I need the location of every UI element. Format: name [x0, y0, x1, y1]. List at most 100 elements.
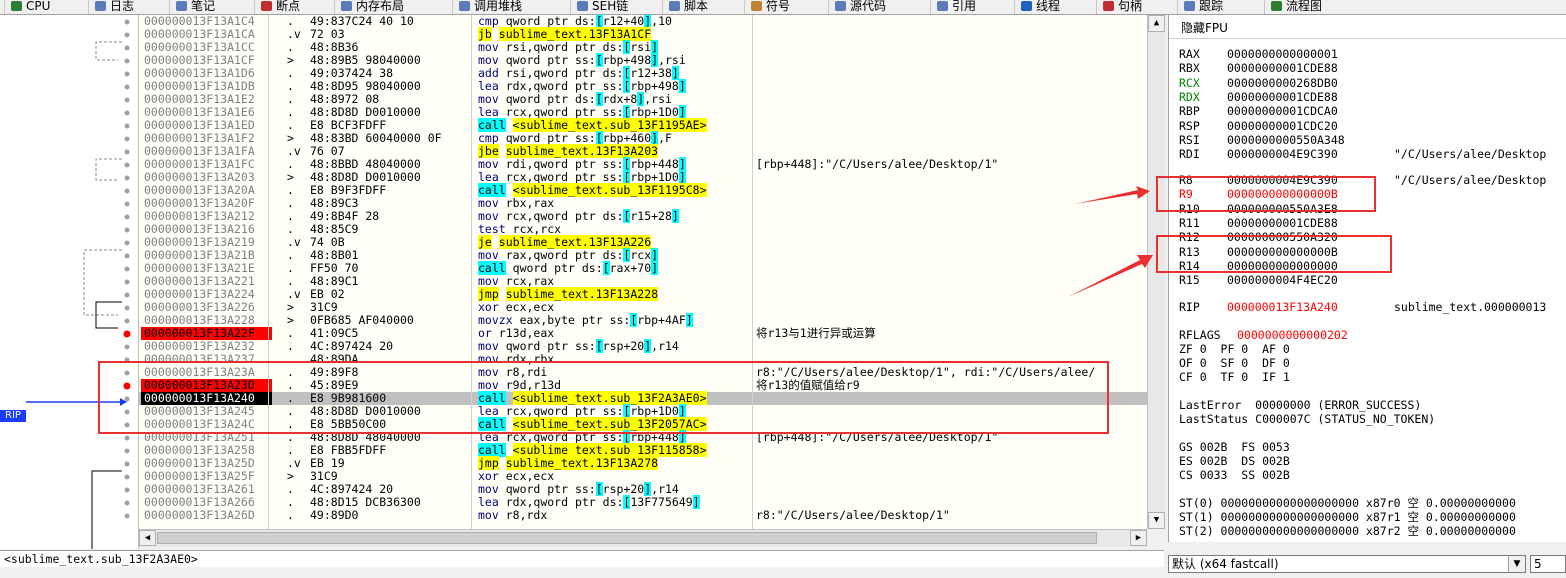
gutter-dot[interactable]	[124, 305, 130, 311]
gutter-dot[interactable]	[124, 188, 130, 194]
tab-10[interactable]: 引用	[930, 0, 976, 14]
register-value[interactable]: 0000000000000202	[1237, 328, 1348, 342]
gutter-dot[interactable]	[124, 279, 130, 285]
register-value[interactable]: 0000000004F4EC20	[1227, 273, 1338, 287]
gutter-dot[interactable]	[124, 227, 130, 233]
chevron-down-icon[interactable]: ▼	[1508, 556, 1525, 572]
register-value[interactable]: 000000000550A320	[1227, 230, 1338, 244]
tab-7[interactable]: 脚本	[662, 0, 708, 14]
register-row[interactable]: R9 000000000000000B	[1169, 187, 1566, 201]
disassembly-view[interactable]: 000000013F13A1C4. 49:837C24 40 10 cmp qwor…	[139, 15, 1147, 529]
register-value[interactable]: 000000000550A3E8	[1227, 202, 1338, 216]
gutter-dot[interactable]	[124, 84, 130, 90]
gutter-dot[interactable]	[124, 409, 130, 415]
register-row[interactable]: R13 000000000000000B	[1169, 245, 1566, 259]
gutter-dot[interactable]	[124, 435, 130, 441]
register-value[interactable]: 0000000004E9C390	[1227, 173, 1338, 187]
gutter-dot[interactable]	[124, 149, 130, 155]
tab-4[interactable]: 内存布局	[334, 0, 404, 14]
gutter-dot[interactable]	[124, 396, 130, 402]
tab-14[interactable]: 流程图	[1264, 0, 1322, 14]
tab-5[interactable]: 调用堆栈	[452, 0, 522, 14]
gutter-dot[interactable]	[124, 474, 130, 480]
register-row[interactable]: RDX 00000000001CDE88	[1169, 90, 1566, 104]
register-value[interactable]: 00000000001CDE88	[1227, 216, 1338, 230]
register-value[interactable]: 000000000000000B	[1227, 187, 1338, 201]
register-row[interactable]: R15 0000000004F4EC20	[1169, 273, 1566, 287]
register-value[interactable]: 0000000000000000	[1227, 259, 1338, 273]
register-row[interactable]: RSP 00000000001CDC20	[1169, 119, 1566, 133]
scroll-right-icon[interactable]: ▶	[1130, 530, 1147, 546]
register-value[interactable]: 0000000000550A348	[1227, 133, 1345, 147]
horizontal-scroll-thumb[interactable]	[157, 532, 1097, 544]
tab-12[interactable]: 句柄	[1096, 0, 1142, 14]
register-row[interactable]: RIP 000000013F13A240 sublime_text.00000001…	[1169, 300, 1566, 314]
disasm-row[interactable]: 000000013F13A26D. 49:89D0 mov r8,rdx r8:"/C…	[139, 509, 1147, 522]
register-row[interactable]: R12 000000000550A320	[1169, 230, 1566, 244]
register-panel[interactable]: 隐藏FPU RAX 0000000000000001 RBX 00000000001C…	[1168, 15, 1566, 542]
gutter-dot[interactable]	[124, 422, 130, 428]
gutter-dot[interactable]	[124, 58, 130, 64]
calling-convention-select[interactable]: 默认 (x64 fastcall) ▼	[1168, 555, 1526, 573]
tab-2[interactable]: 笔记	[169, 0, 215, 14]
tab-6[interactable]: SEH链	[570, 0, 628, 14]
register-row[interactable]: RBP 00000000001CDCA0	[1169, 104, 1566, 118]
register-row[interactable]: RAX 0000000000000001	[1169, 47, 1566, 61]
register-row[interactable]: R11 00000000001CDE88	[1169, 216, 1566, 230]
tab-9[interactable]: 源代码	[828, 0, 886, 14]
register-value[interactable]: 000000000000000B	[1227, 245, 1338, 259]
register-row[interactable]: RSI 0000000000550A348	[1169, 133, 1566, 147]
gutter-dot[interactable]	[124, 500, 130, 506]
register-value[interactable]: 00000000001CDE88	[1227, 90, 1338, 104]
tab-3[interactable]: 断点	[254, 0, 300, 14]
tab-0[interactable]: CPU	[4, 0, 50, 14]
gutter-dot[interactable]	[124, 136, 130, 142]
register-row[interactable]: RCX 0000000000268DB0	[1169, 76, 1566, 90]
tab-11[interactable]: 线程	[1014, 0, 1060, 14]
gutter-dot[interactable]	[124, 292, 130, 298]
gutter-dot[interactable]	[124, 344, 130, 350]
gutter-dot[interactable]	[124, 487, 130, 493]
disasm-vertical-scrollbar[interactable]: ▲ ▼	[1147, 15, 1165, 529]
tab-1[interactable]: 日志	[88, 0, 134, 14]
register-value[interactable]: 00000000001CDE88	[1227, 61, 1338, 75]
register-value[interactable]: 0000000000000001	[1227, 47, 1338, 61]
gutter-dot[interactable]	[124, 71, 130, 77]
disasm-horizontal-scrollbar[interactable]: ◀ ▶	[139, 529, 1147, 547]
gutter-dot[interactable]	[124, 201, 130, 207]
scroll-down-icon[interactable]: ▼	[1148, 512, 1165, 529]
register-value[interactable]: 00000000001CDCA0	[1227, 104, 1338, 118]
register-row[interactable]: RFLAGS 0000000000000202	[1169, 328, 1566, 342]
tab-13[interactable]: 跟踪	[1177, 0, 1223, 14]
gutter-dot[interactable]	[124, 357, 130, 363]
scroll-left-icon[interactable]: ◀	[139, 530, 156, 546]
gutter-dot[interactable]	[124, 448, 130, 454]
gutter-dot[interactable]	[124, 318, 130, 324]
gutter-dot[interactable]	[124, 45, 130, 51]
gutter-dot[interactable]	[124, 266, 130, 272]
arg-count-spinner[interactable]: 5	[1530, 555, 1566, 573]
register-value[interactable]: 000000013F13A240	[1227, 300, 1338, 314]
breakpoint-dot[interactable]	[123, 382, 131, 390]
hide-fpu-toggle[interactable]: 隐藏FPU	[1169, 15, 1566, 39]
gutter-dot[interactable]	[124, 110, 130, 116]
gutter-dot[interactable]	[124, 461, 130, 467]
gutter-dot[interactable]	[124, 513, 130, 519]
register-row[interactable]: R14 0000000000000000	[1169, 259, 1566, 273]
gutter-dot[interactable]	[124, 123, 130, 129]
scroll-up-icon[interactable]: ▲	[1148, 15, 1165, 32]
register-value[interactable]: 0000000004E9C390	[1227, 147, 1338, 161]
gutter-dot[interactable]	[124, 240, 130, 246]
gutter-dot[interactable]	[124, 97, 130, 103]
register-row[interactable]: RDI 0000000004E9C390 "/C/Users/alee/Deskto…	[1169, 147, 1566, 161]
breakpoint-dot[interactable]	[123, 330, 131, 338]
register-row[interactable]: R8 0000000004E9C390 "/C/Users/alee/Desktop	[1169, 173, 1566, 187]
gutter-dot[interactable]	[124, 32, 130, 38]
gutter-dot[interactable]	[124, 162, 130, 168]
gutter-dot[interactable]	[124, 175, 130, 181]
register-row[interactable]: RBX 00000000001CDE88	[1169, 61, 1566, 75]
gutter-dot[interactable]	[124, 253, 130, 259]
register-row[interactable]: R10 000000000550A3E8	[1169, 202, 1566, 216]
tab-8[interactable]: 符号	[744, 0, 790, 14]
gutter-dot[interactable]	[124, 370, 130, 376]
